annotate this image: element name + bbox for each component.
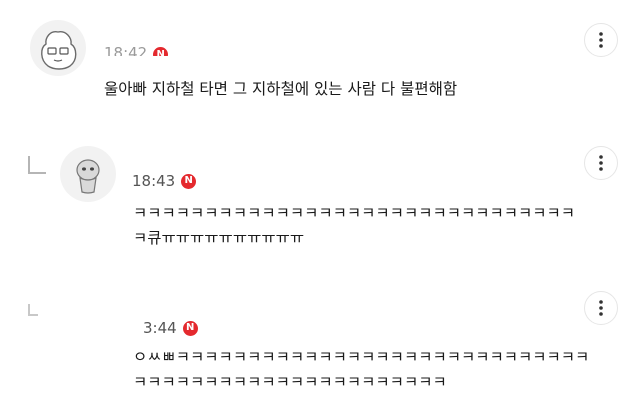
more-vertical-icon — [599, 300, 603, 316]
more-options-button[interactable] — [584, 23, 618, 57]
avatar[interactable] — [30, 20, 86, 76]
reply-arrow-icon — [28, 156, 46, 174]
more-options-button[interactable] — [584, 291, 618, 325]
comment-meta: 3:44 N — [143, 319, 198, 337]
comment-text: 울아빠 지하철 타면 그 지하철에 있는 사람 다 불편해함 — [104, 80, 458, 98]
comment-text-line: ㅋㅋㅋㅋㅋㅋㅋㅋㅋㅋㅋㅋㅋㅋㅋㅋㅋㅋㅋㅋㅋㅋ — [133, 373, 447, 391]
more-vertical-icon — [599, 155, 603, 171]
comment-text-line: ㅋㅋㅋㅋㅋㅋㅋㅋㅋㅋㅋㅋㅋㅋㅋㅋㅋㅋㅋㅋㅋㅋㅋㅋㅋㅋㅋㅋㅋㅋㅋ — [133, 204, 576, 222]
comment-meta: 18:43 N — [132, 172, 197, 190]
new-badge: N — [182, 320, 198, 336]
comment-time: 18:42 — [104, 44, 148, 56]
new-badge: N — [181, 173, 197, 189]
reply-arrow-icon — [28, 304, 38, 316]
avatar[interactable] — [60, 146, 116, 202]
comment-time: 18:43 — [132, 172, 176, 190]
comment-text-line: ㅋ큐ㅠㅠㅠㅠㅠㅠㅠㅠㅠㅠ — [133, 229, 305, 247]
comment-thread: 18:42 N 울아빠 지하철 타면 그 지하철에 있는 사람 다 불편해함 1… — [0, 0, 640, 403]
avatar[interactable] — [62, 300, 114, 352]
alien-character-icon — [76, 159, 100, 194]
comment-meta: 18:42 N — [104, 44, 169, 56]
comment-text-line: ㅇㅆㅃㅋㅋㅋㅋㅋㅋㅋㅋㅋㅋㅋㅋㅋㅋㅋㅋㅋㅋㅋㅋㅋㅋㅋㅋㅋㅋㅋㅋㅋ — [133, 348, 590, 366]
more-vertical-icon — [599, 32, 603, 48]
more-options-button[interactable] — [584, 146, 618, 180]
comment-time: 3:44 — [143, 319, 177, 337]
peach-character-icon — [41, 30, 77, 70]
new-badge: N — [153, 47, 169, 56]
